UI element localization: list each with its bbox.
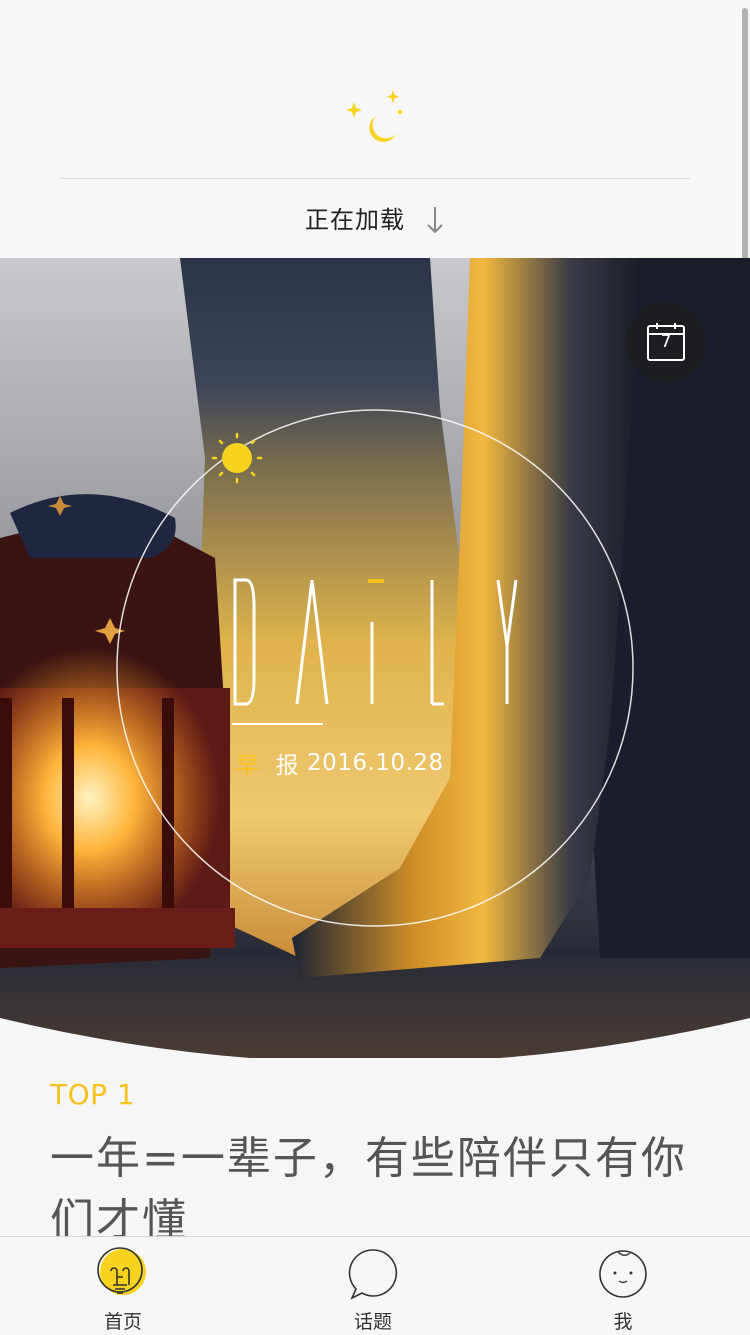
tab-home-label: 首页 [103,1311,142,1333]
date-label: 报 [275,753,299,779]
refresh-status-text: 正在加载 [305,205,405,234]
tab-topics[interactable]: 话题 [313,1237,433,1335]
pull-to-refresh-header: 正在加载 [0,0,750,548]
tab-home[interactable]: 首页 [63,1237,183,1335]
daily-date: 早 报 2016.10.28 [232,746,444,780]
refresh-status: 正在加载 [0,196,750,238]
moon-stars-icon [346,90,404,142]
date-value: 2016.10.28 [307,750,444,776]
date-prefix: 早 [236,753,260,779]
calendar-button[interactable]: 7 [626,302,706,382]
lightbulb-icon [97,1247,146,1295]
daily-hero-banner[interactable]: 早 报 2016.10.28 7 [0,258,750,1058]
tab-me-label: 我 [613,1311,633,1333]
chat-bubble-icon [348,1249,398,1300]
article-title[interactable]: 一年=一辈子，有些陪伴只有你们才懂 [50,1128,690,1252]
article-rank-tag: TOP 1 [50,1078,136,1111]
arrow-down-icon [427,207,443,234]
hero-photo [0,258,750,1058]
calendar-day: 7 [660,332,672,352]
tab-me[interactable]: 我 [563,1237,683,1335]
tab-topics-label: 话题 [353,1311,392,1333]
bottom-tab-bar: 首页 话题 我 [0,1236,750,1335]
face-icon [599,1250,647,1298]
refresh-divider [60,178,690,179]
